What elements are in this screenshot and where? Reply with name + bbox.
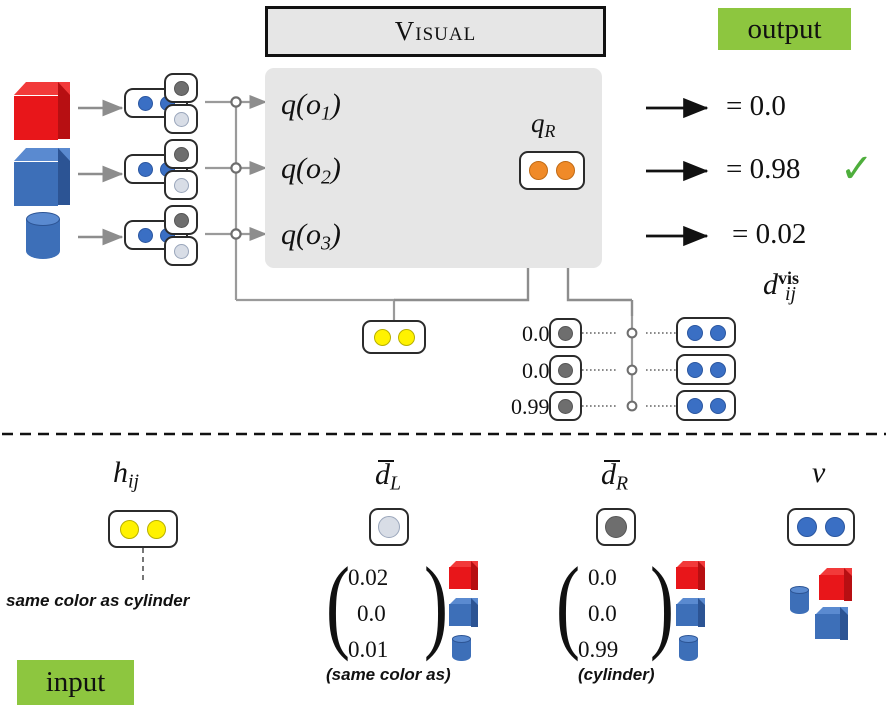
capsule-dot-grey-dark (558, 398, 573, 414)
h-capsule-middle (362, 320, 426, 354)
capsule-dot-grey-light (173, 111, 189, 127)
legend-scene-shape-blue-cube (815, 607, 849, 640)
capsule-dot-grey-dark (173, 80, 189, 96)
legend-vector-shape-blue-cylinder-dR (679, 635, 699, 663)
legend-vector-shape-blue-cylinder-dL (452, 635, 472, 663)
legend-bottom-caption-dR: (cylinder) (578, 665, 655, 684)
capsule-dot-grey-dark (558, 325, 573, 341)
object-shape-red-cube (14, 82, 72, 140)
legend-vector-value-dR-2: 0.0 (588, 601, 617, 626)
object-capsule-dL-1 (164, 104, 198, 134)
legend-vector-paren-right-dR: ) (650, 546, 674, 663)
legend-vector-paren-right-dL: ) (424, 546, 448, 663)
object-capsule-dR-1 (164, 73, 198, 103)
q-node-label-1: q(o1) (281, 88, 341, 125)
legend-vector-value-dL-2: 0.0 (357, 601, 386, 626)
qR-label: qR (531, 108, 556, 141)
legend-caption-h: same color as cylinder (6, 591, 190, 610)
legend-vector-paren-left-dR: ( (556, 546, 580, 663)
legend-scene-shape-red-cube (819, 568, 853, 601)
legend-vector-value-dL-1: 0.02 (348, 565, 389, 590)
legend-symbol-v: v (812, 456, 826, 489)
object-capsule-dR-3 (164, 205, 198, 235)
attention-junction-nodes (626, 327, 638, 412)
q-node-label-3: q(o3) (281, 218, 341, 255)
attention-weight-1: 0.0 (522, 321, 550, 346)
attention-left-capsule-3 (549, 391, 582, 421)
capsule-dot-grey-light (173, 243, 189, 259)
legend-vector-shape-red-cube-dL (449, 561, 479, 590)
capsule-dot-blue (709, 324, 726, 341)
capsule-dot-grey-light (378, 516, 400, 538)
legend-capsule-v (787, 508, 855, 546)
capsule-dot-yellow (397, 328, 415, 346)
legend-vector-value-dL-3: 0.01 (348, 637, 389, 662)
legend-capsule-dL (369, 508, 409, 546)
legend-vector-shape-blue-cube-dR (676, 598, 706, 627)
legend-symbol-dL: dL (375, 458, 402, 495)
capsule-dot-blue (137, 161, 153, 177)
capsule-dot-grey-dark (558, 362, 573, 378)
output-arrows (646, 97, 709, 247)
attention-right-capsule-1 (676, 317, 736, 348)
capsule-dot-yellow (373, 328, 391, 346)
object-shape-blue-cylinder (26, 212, 62, 264)
legend-symbol-dR: dR (601, 458, 629, 495)
capsule-dot-blue (137, 95, 153, 111)
capsule-dot-blue (825, 517, 845, 537)
object-capsule-dL-3 (164, 236, 198, 266)
capsule-dot-blue (797, 517, 817, 537)
attention-right-capsule-2 (676, 354, 736, 385)
legend-vector-shape-red-cube-dR (676, 561, 706, 590)
capsule-dot-blue (137, 227, 153, 243)
legend-symbol-h: hij (113, 456, 139, 493)
input-badge: input (17, 660, 134, 705)
object-capsule-dL-2 (164, 170, 198, 200)
capsule-dot-yellow (120, 519, 139, 539)
legend-vector-value-dR-1: 0.0 (588, 565, 617, 590)
capsule-dot-blue (686, 361, 703, 378)
attention-right-capsule-3 (676, 390, 736, 421)
output-value-2: = 0.98 (726, 153, 801, 185)
output-value-1: = 0.0 (726, 90, 786, 122)
legend-vector-shape-blue-cube-dL (449, 598, 479, 627)
object-capsule-dR-2 (164, 139, 198, 169)
capsule-dot-blue (709, 397, 726, 414)
capsule-dot-grey-dark (173, 146, 189, 162)
capsule-dot-blue (709, 361, 726, 378)
legend-bottom-caption-dL: (same color as) (326, 665, 451, 684)
legend-capsule-dR (596, 508, 636, 546)
capsule-dot-orange (556, 161, 575, 180)
capsule-dot-grey-dark (173, 212, 189, 228)
qR-capsule (519, 151, 585, 190)
figure-canvas: Visual output input q(o1) q(o2) q(o3) qR… (0, 0, 888, 717)
capsule-dot-orange (529, 161, 548, 180)
attention-left-capsule-1 (549, 318, 582, 348)
legend-capsule-h (108, 510, 178, 548)
correct-check-icon: ✓ (840, 146, 874, 192)
attention-row-links (582, 332, 676, 407)
output-badge: output (718, 8, 851, 50)
legend-vector-value-dR-3: 0.99 (578, 637, 619, 662)
output-value-3: = 0.02 (732, 218, 807, 250)
q-node-label-2: q(o2) (281, 152, 341, 189)
attention-weight-3: 0.99 (511, 394, 550, 419)
legend-scene-shape-blue-cylinder (790, 586, 810, 616)
visual-module-title: Visual (265, 6, 606, 57)
legend-vector-paren-left-dL: ( (326, 546, 350, 663)
capsule-dot-grey-dark (605, 516, 627, 538)
capsule-dot-blue (686, 397, 703, 414)
capsule-dot-grey-light (173, 177, 189, 193)
object-to-capsule-arrows (78, 99, 124, 246)
junction-nodes (230, 96, 242, 240)
capsule-dot-yellow (147, 519, 166, 539)
capsule-dot-blue (686, 324, 703, 341)
attention-left-capsule-2 (549, 355, 582, 385)
object-shape-blue-cube (14, 148, 72, 206)
attention-weight-2: 0.0 (522, 358, 550, 383)
output-symbol-dij-vis: dvisij (763, 268, 800, 305)
